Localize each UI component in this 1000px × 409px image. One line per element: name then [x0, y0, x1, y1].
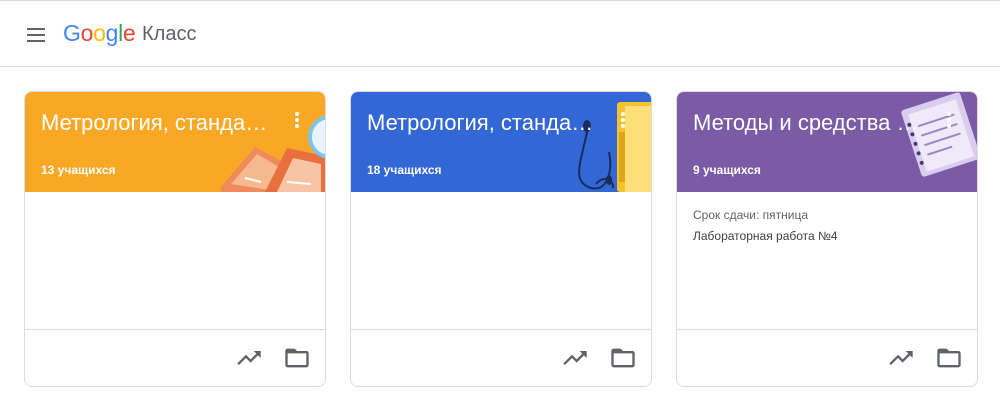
product-name[interactable]: Класс: [142, 23, 196, 46]
class-card[interactable]: Метрология, стандартизация и сертификаци…: [350, 91, 652, 387]
class-card-header[interactable]: Методы и средства измерений 9 учащихся: [677, 92, 977, 192]
folder-icon[interactable]: [935, 344, 963, 372]
folder-icon[interactable]: [283, 344, 311, 372]
books-illustration-icon: [221, 115, 325, 192]
class-card-body: [25, 192, 325, 329]
class-title[interactable]: Методы и средства измерений: [693, 110, 923, 136]
trending-up-icon[interactable]: [887, 344, 915, 372]
class-card-header[interactable]: Метрология, стандартизация и сертификаци…: [25, 92, 325, 192]
class-card[interactable]: Метрология, стандартизация и сертификаци…: [24, 91, 326, 387]
top-app-bar: Google Класс: [0, 0, 1000, 67]
assignment-link[interactable]: Лабораторная работа №4: [693, 229, 838, 243]
trending-up-icon[interactable]: [561, 344, 589, 372]
student-count: 18 учащихся: [367, 163, 442, 177]
more-options-icon[interactable]: [291, 110, 303, 130]
student-count: 9 учащихся: [693, 163, 761, 177]
hamburger-menu-icon[interactable]: [22, 21, 50, 49]
class-title[interactable]: Метрология, стандартизация и сертификаци…: [41, 110, 271, 136]
class-card-body: Срок сдачи: пятница Лабораторная работа …: [677, 192, 977, 329]
google-logo[interactable]: Google: [63, 20, 136, 47]
class-card[interactable]: Методы и средства измерений 9 учащихся С…: [676, 91, 978, 387]
class-card-header[interactable]: Метрология, стандартизация и сертификаци…: [351, 92, 651, 192]
class-title[interactable]: Метрология, стандартизация и сертификаци…: [367, 110, 597, 136]
notepad-illustration-icon: [901, 92, 977, 177]
due-date-label: Срок сдачи: пятница: [693, 208, 809, 222]
class-card-footer: [677, 329, 977, 386]
student-count: 13 учащихся: [41, 163, 116, 177]
folder-icon[interactable]: [609, 344, 637, 372]
class-card-footer: [25, 329, 325, 386]
class-card-footer: [351, 329, 651, 386]
more-options-icon[interactable]: [943, 110, 955, 130]
more-options-icon[interactable]: [617, 110, 629, 130]
trending-up-icon[interactable]: [235, 344, 263, 372]
headphones-illustration-icon: [578, 102, 651, 192]
class-card-body: [351, 192, 651, 329]
